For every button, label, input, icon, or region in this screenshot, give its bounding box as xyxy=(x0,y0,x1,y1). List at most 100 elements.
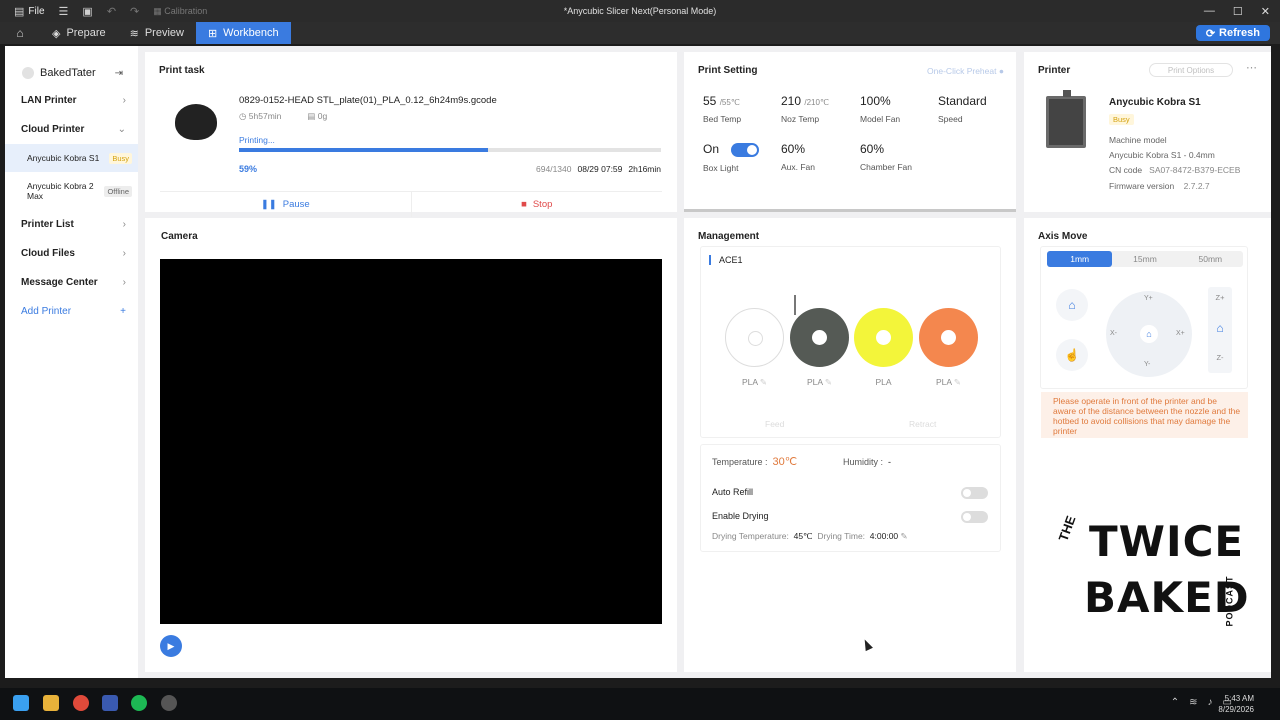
aux-fan-label: Aux. Fan xyxy=(781,162,816,172)
clock-date: 8/29/2026 xyxy=(1218,705,1254,714)
tab-prepare-label: Prepare xyxy=(66,27,106,39)
windows-start-icon[interactable] xyxy=(13,695,29,711)
chamber-fan-value: 60% xyxy=(860,142,885,156)
speaker-icon[interactable]: ♪ xyxy=(1208,697,1213,708)
firmware-value: 2.7.2.7 xyxy=(1183,181,1210,191)
refresh-button[interactable]: ⟳ Refresh xyxy=(1195,25,1270,41)
spool-material: PLA xyxy=(935,377,952,387)
y-minus-button[interactable]: Y- xyxy=(1144,361,1150,368)
step-15mm[interactable]: 15mm xyxy=(1112,251,1177,267)
clock-time: 5:43 AM xyxy=(1224,694,1254,703)
x-plus-button[interactable]: X+ xyxy=(1176,330,1185,337)
motors-off-button[interactable]: ☝ xyxy=(1056,339,1088,371)
home-icon[interactable]: ⌂ xyxy=(0,26,40,40)
file-explorer-icon[interactable] xyxy=(43,695,59,711)
maximize-icon[interactable]: ☐ xyxy=(1233,5,1243,18)
z-plus-button[interactable]: Z+ xyxy=(1208,293,1232,302)
undo-icon[interactable]: ↶ xyxy=(107,5,116,18)
y-plus-button[interactable]: Y+ xyxy=(1144,295,1153,302)
auto-refill-toggle[interactable] xyxy=(961,487,988,499)
chrome-icon[interactable] xyxy=(73,695,89,711)
aux-fan[interactable]: 60% Aux. Fan xyxy=(781,142,815,172)
horizontal-scrollbar[interactable] xyxy=(684,209,1016,212)
printer-image xyxy=(1046,90,1086,148)
z-control: Z+ ⌂ Z- xyxy=(1208,287,1232,373)
spotify-icon[interactable] xyxy=(131,695,147,711)
sidebar-item-label: Cloud Printer xyxy=(21,124,85,135)
sidebar-item-cloud-files[interactable]: Cloud Files › xyxy=(5,239,138,268)
taskbar: ⌃ ≋ ♪ ▭ 5:43 AM 8/29/2026 xyxy=(0,688,1280,720)
logout-icon[interactable]: ⇥ xyxy=(115,68,123,79)
tab-workbench[interactable]: ⊞ Workbench xyxy=(195,22,291,44)
home-z-button[interactable]: ⌂ xyxy=(1208,321,1232,335)
chevron-up-icon[interactable]: ⌃ xyxy=(1171,697,1179,708)
cn-code-label: CN code xyxy=(1109,165,1143,175)
spool-1[interactable] xyxy=(725,308,784,367)
file-menu[interactable]: ▤ File xyxy=(14,5,45,18)
retract-button[interactable]: Retract xyxy=(909,419,936,429)
chamber-fan[interactable]: 60% Chamber Fan xyxy=(860,142,912,172)
temperature-label: Temperature : xyxy=(712,457,768,467)
wifi-icon[interactable]: ≋ xyxy=(1189,697,1197,708)
calibration-menu[interactable]: ▦ Calibration xyxy=(153,6,207,17)
home-icon: ⌂ xyxy=(1216,321,1224,335)
spool-4[interactable] xyxy=(919,308,978,367)
more-icon[interactable]: ⋯ xyxy=(1246,61,1257,74)
xy-dial: Y+ Y- X+ X- ⌂ xyxy=(1106,291,1192,377)
avatar xyxy=(22,67,34,79)
logo-twice: TWICE xyxy=(1089,517,1245,566)
sidebar-printer-kobra-2-max[interactable]: Anycubic Kobra 2 Max Offline xyxy=(5,172,138,210)
edit-icon[interactable]: ✎ xyxy=(760,377,767,387)
step-50mm[interactable]: 50mm xyxy=(1178,251,1243,267)
app-icon[interactable] xyxy=(161,695,177,711)
close-icon[interactable]: ✕ xyxy=(1261,5,1270,18)
feed-button[interactable]: Feed xyxy=(765,419,784,429)
bed-temp[interactable]: 55 /55℃ Bed Temp xyxy=(703,94,741,124)
tab-prepare[interactable]: ◈ Prepare xyxy=(40,22,118,44)
stop-button[interactable]: ■ Stop xyxy=(410,192,663,217)
edit-icon[interactable]: ✎ xyxy=(825,377,832,387)
model-fan[interactable]: 100% Model Fan xyxy=(860,94,900,124)
minimize-icon[interactable]: — xyxy=(1204,5,1215,17)
tab-preview[interactable]: ≋ Preview xyxy=(118,22,196,44)
home-xy-button[interactable]: ⌂ xyxy=(1140,325,1158,343)
noz-temp[interactable]: 210 /210℃ Noz Temp xyxy=(781,94,829,124)
z-minus-button[interactable]: Z- xyxy=(1208,353,1232,362)
sidebar-item-printer-list[interactable]: Printer List › xyxy=(5,210,138,239)
weight-value: 0g xyxy=(317,111,328,121)
spool-hub xyxy=(812,330,827,345)
print-status: Printing... xyxy=(239,135,275,145)
sidebar-printer-kobra-s1[interactable]: Anycubic Kobra S1 Busy xyxy=(5,144,138,172)
x-minus-button[interactable]: X- xyxy=(1110,330,1117,337)
redo-icon[interactable]: ↷ xyxy=(130,5,139,18)
machine-model-label: Machine model xyxy=(1109,135,1167,145)
remaining-time: 2h16min xyxy=(628,164,661,174)
pause-button[interactable]: ❚❚ Pause xyxy=(160,192,411,217)
filament-icon: ▤ xyxy=(307,111,318,121)
step-1mm[interactable]: 1mm xyxy=(1047,251,1113,267)
save-icon[interactable]: ▣ xyxy=(82,5,92,18)
edit-icon[interactable]: ✎ xyxy=(954,377,961,387)
spool-3[interactable] xyxy=(854,308,913,367)
sidebar-item-add-printer[interactable]: Add Printer + xyxy=(5,297,138,326)
enable-drying-toggle[interactable] xyxy=(961,511,988,523)
menu-icon[interactable]: ☰ xyxy=(59,5,69,18)
play-button[interactable]: ▶ xyxy=(160,635,182,657)
edit-icon[interactable]: ✎ xyxy=(901,531,908,541)
home-all-button[interactable]: ⌂ xyxy=(1056,289,1088,321)
sidebar-item-message-center[interactable]: Message Center › xyxy=(5,268,138,297)
spool-hub xyxy=(941,330,956,345)
sidebar-item-lan-printer[interactable]: LAN Printer › xyxy=(5,86,138,115)
speed[interactable]: Standard Speed xyxy=(938,94,987,124)
chevron-right-icon: › xyxy=(122,95,126,106)
sidebar-item-cloud-printer[interactable]: Cloud Printer ⌄ xyxy=(5,115,138,144)
anycubic-slicer-icon[interactable] xyxy=(102,695,118,711)
spool-1-label: PLA ✎ xyxy=(725,377,784,388)
nav-bar: ⌂ ◈ Prepare ≋ Preview ⊞ Workbench ⟳ Refresh xyxy=(0,22,1280,44)
one-click-preheat-button[interactable]: One-Click Preheat ● xyxy=(927,66,1004,76)
box-light-toggle[interactable] xyxy=(731,142,760,157)
spool-2[interactable] xyxy=(790,308,849,367)
chevron-right-icon: › xyxy=(122,248,126,259)
clock[interactable]: 5:43 AM 8/29/2026 xyxy=(1218,693,1254,715)
print-options-button[interactable]: Print Options xyxy=(1149,63,1233,77)
